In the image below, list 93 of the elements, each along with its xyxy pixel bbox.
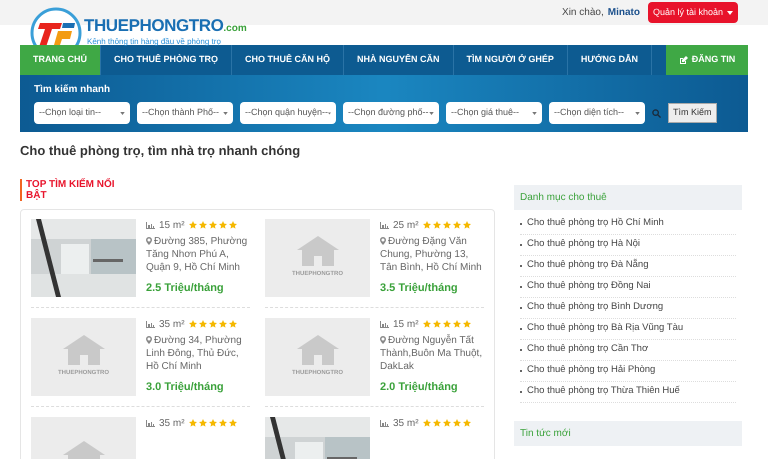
caret-icon bbox=[532, 112, 537, 114]
search-icon bbox=[652, 108, 661, 118]
address-text: Đường Nguyễn Tất Thành,Buôn Ma Thuột, DakLak bbox=[380, 334, 484, 372]
category-link[interactable]: Cho thuê phòng trọ Cần Thơ bbox=[527, 342, 648, 357]
star-icon bbox=[188, 320, 197, 328]
area-icon bbox=[380, 320, 389, 328]
caret-icon bbox=[635, 112, 640, 114]
star-icon bbox=[198, 320, 207, 328]
house-icon bbox=[62, 335, 104, 365]
star-icon bbox=[228, 419, 237, 427]
pin-icon bbox=[146, 236, 152, 245]
star-icon bbox=[188, 221, 197, 229]
area-text: 35 m² bbox=[159, 318, 185, 330]
star-icon bbox=[452, 320, 461, 328]
house-icon bbox=[296, 335, 338, 365]
pin-icon bbox=[146, 336, 152, 344]
area-icon bbox=[146, 222, 155, 228]
star-icon bbox=[208, 221, 217, 229]
category-link[interactable]: Cho thuê phòng trọ Bình Dương bbox=[527, 300, 664, 315]
area-icon bbox=[380, 420, 389, 426]
caret-icon bbox=[223, 112, 228, 114]
category-link[interactable]: Cho thuê phòng trọ Hải Phòng bbox=[527, 363, 656, 378]
star-icon bbox=[218, 419, 227, 427]
price-text: 2.5 Triệu/tháng bbox=[146, 282, 225, 294]
address-text: Đường Đặng Văn Chung, Phường 13, Tân Bình, Hồ Chí Minh bbox=[380, 234, 483, 274]
select-field[interactable]: --Chọn quận huyện-- bbox=[240, 102, 336, 124]
account-button[interactable]: Quản lý tài khoản bbox=[648, 2, 738, 24]
search-button[interactable]: Tìm Kiếm bbox=[668, 103, 717, 123]
category-link[interactable]: Cho thuê phòng trọ Hồ Chí Minh bbox=[527, 216, 664, 231]
category-link[interactable]: Cho thuê phòng trọ Đồng Nai bbox=[527, 279, 651, 294]
price-text: 3.0 Triệu/tháng bbox=[146, 380, 225, 394]
section-title: TOP TÌM KIẾM NỔI BẬT bbox=[20, 178, 130, 200]
star-icon bbox=[422, 320, 431, 328]
star-icon bbox=[198, 419, 207, 427]
star-icon bbox=[198, 221, 207, 229]
caret-icon bbox=[120, 112, 125, 114]
area-text: 35 m² bbox=[393, 416, 419, 430]
category-link[interactable]: Cho thuê phòng trọ Bà Rịa Vũng Tàu bbox=[527, 321, 684, 336]
caret-icon bbox=[328, 112, 331, 114]
select-field[interactable]: --Chọn đường phố-- bbox=[343, 102, 439, 124]
star-icon bbox=[422, 221, 431, 229]
area-text: 15 m² bbox=[393, 318, 419, 330]
star-icon bbox=[462, 419, 471, 427]
logo-tagline: Kênh thông tin hàng đầu về phòng trọ bbox=[87, 36, 222, 48]
star-icon bbox=[208, 320, 217, 328]
star-icon bbox=[422, 419, 431, 427]
sidebar-header: Tin tức mới bbox=[514, 420, 742, 446]
star-icon bbox=[228, 221, 237, 229]
search-title: Tìm kiếm nhanh bbox=[34, 83, 112, 97]
star-icon bbox=[452, 419, 461, 427]
star-icon bbox=[432, 221, 441, 229]
area-icon bbox=[146, 320, 155, 328]
caret-icon bbox=[727, 10, 733, 14]
star-icon bbox=[462, 320, 471, 328]
star-icon bbox=[188, 419, 197, 427]
star-icon bbox=[442, 320, 451, 328]
edit-icon bbox=[678, 56, 688, 64]
greeting-text: Xin chào, bbox=[562, 6, 604, 20]
select-field[interactable]: --Chọn thành Phố-- bbox=[137, 102, 233, 124]
select-field[interactable]: --Chọn diện tích-- bbox=[549, 102, 645, 124]
star-icon bbox=[452, 221, 461, 229]
address-text: Đường 34, Phường Linh Đông, Thủ Đức, Hồ Chí Minh bbox=[146, 334, 243, 372]
star-icon bbox=[218, 221, 227, 229]
category-link[interactable]: Cho thuê phòng trọ Đà Nẵng bbox=[527, 258, 648, 273]
area-text: 15 m² bbox=[159, 218, 185, 232]
sidebar-header: Danh mục cho thuê bbox=[514, 184, 742, 210]
logo-suffix: .com bbox=[223, 23, 247, 36]
user-link[interactable]: Minato bbox=[608, 5, 640, 20]
price-text: 2.0 Triệu/tháng bbox=[380, 380, 459, 394]
select-field[interactable]: --Chọn giá thuê-- bbox=[446, 102, 542, 124]
area-icon bbox=[380, 222, 389, 228]
star-icon bbox=[218, 320, 227, 328]
logo-name: THUEPHONGTRO bbox=[84, 17, 224, 34]
area-text: 35 m² bbox=[159, 416, 185, 430]
star-icon bbox=[228, 320, 237, 328]
address-text: Đường 385, Phường Tăng Nhơn Phú A, Quận 9, Hồ Chí Minh bbox=[146, 234, 248, 274]
star-icon bbox=[442, 221, 451, 229]
price-text: 3.5 Triệu/tháng bbox=[380, 282, 459, 294]
star-icon bbox=[442, 419, 451, 427]
house-icon bbox=[296, 236, 338, 266]
area-text: 25 m² bbox=[393, 218, 419, 232]
category-link[interactable]: Cho thuê phòng trọ Thừa Thiên Huế bbox=[527, 384, 680, 399]
caret-icon bbox=[429, 112, 434, 114]
select-field[interactable]: --Chọn loại tin-- bbox=[34, 102, 130, 124]
star-icon bbox=[432, 320, 441, 328]
area-icon bbox=[146, 420, 155, 426]
pin-icon bbox=[380, 336, 386, 344]
star-icon bbox=[462, 221, 471, 229]
star-icon bbox=[432, 419, 441, 427]
category-link[interactable]: Cho thuê phòng trọ Hà Nội bbox=[527, 237, 640, 252]
star-icon bbox=[208, 419, 217, 427]
page-heading: Cho thuê phòng trọ, tìm nhà trọ nhanh chóng bbox=[20, 142, 302, 160]
pin-icon bbox=[380, 236, 386, 245]
